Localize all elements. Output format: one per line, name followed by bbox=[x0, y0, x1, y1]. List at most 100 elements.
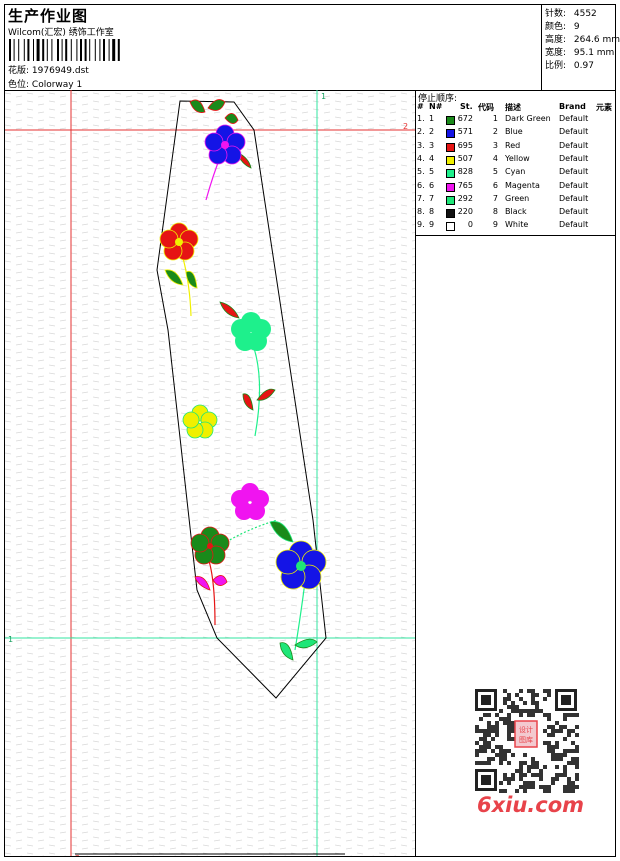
stop-sequence-row[interactable]: 3. 3 695 3 Red Default bbox=[415, 141, 615, 154]
stop-sequence-row[interactable]: 1. 1 672 1 Dark Green Default bbox=[415, 114, 615, 127]
column-header: Brand bbox=[559, 102, 586, 111]
watermark-brand[interactable]: 6xiu.com bbox=[477, 793, 584, 817]
color-description: Green bbox=[505, 193, 530, 203]
color-description: Red bbox=[505, 140, 521, 150]
needle-number: 1 bbox=[429, 114, 435, 123]
stat-stitches: 针数: 4552 bbox=[545, 6, 597, 19]
guide-label-top: 1 bbox=[321, 92, 326, 101]
color-code: 8 bbox=[492, 207, 498, 217]
row-index: 9. bbox=[417, 220, 425, 230]
row-index: 5. bbox=[417, 167, 425, 177]
thread-brand: Default bbox=[559, 180, 589, 190]
stats-box: 针数: 4552 颜色: 9 高度: 264.6 mm 宽度: 95.1 mm … bbox=[541, 5, 620, 90]
colorway-label: 色位: bbox=[8, 80, 30, 90]
design-drawing: 1 2 1 2 bbox=[5, 90, 415, 856]
design-canvas[interactable]: 1 2 1 2 bbox=[5, 90, 416, 856]
color-code: 4 bbox=[492, 153, 498, 163]
thread-brand: Default bbox=[559, 207, 589, 217]
file-name: 1976949.dst bbox=[31, 66, 89, 76]
stitch-count: 292 bbox=[457, 193, 473, 203]
thread-brand: Default bbox=[559, 153, 589, 163]
needle-number: 5 bbox=[429, 167, 435, 177]
color-description: Blue bbox=[505, 127, 523, 137]
stat-height: 高度: 264.6 mm bbox=[545, 32, 620, 45]
guide-label-left: 1 bbox=[8, 635, 13, 644]
sheet-header: 生产作业图 Wilcom(汇宏) 绣饰工作室 花版: 1976949.dst 色… bbox=[5, 5, 620, 91]
guide-label-right: 2 bbox=[403, 122, 408, 131]
color-code: 6 bbox=[492, 180, 498, 190]
colorway-line: 色位: Colorway 1 bbox=[8, 77, 82, 90]
color-swatch bbox=[446, 195, 455, 205]
needle-number: 6 bbox=[429, 180, 435, 190]
stat-value: 264.6 mm bbox=[573, 35, 620, 45]
stitch-count: 507 bbox=[457, 153, 473, 163]
needle-number: 2 bbox=[429, 127, 435, 137]
file-label: 花版: bbox=[8, 66, 30, 76]
color-code: 3 bbox=[492, 140, 498, 150]
color-swatch bbox=[446, 222, 455, 232]
color-swatch bbox=[446, 169, 455, 179]
thread-brand: Default bbox=[559, 220, 589, 230]
stat-value: 95.1 mm bbox=[573, 48, 615, 58]
production-sheet: 生产作业图 Wilcom(汇宏) 绣饰工作室 花版: 1976949.dst 色… bbox=[4, 4, 620, 857]
stat-colors: 颜色: 9 bbox=[545, 19, 580, 32]
colorway-name: Colorway 1 bbox=[31, 80, 83, 90]
color-swatch bbox=[446, 155, 455, 165]
stop-sequence-panel: 停止顺序: # N# St. 代码 描述 Brand 元素 1. 1 672 1 Dar… bbox=[415, 90, 615, 236]
color-description: White bbox=[505, 220, 529, 230]
thread-brand: Default bbox=[559, 127, 589, 137]
barcode bbox=[9, 39, 120, 61]
file-line: 花版: 1976949.dst bbox=[8, 63, 89, 76]
stitch-count: 571 bbox=[457, 127, 473, 137]
stitch-count: 0 bbox=[467, 220, 473, 230]
stitch-count: 828 bbox=[457, 167, 473, 177]
stitch-count: 672 bbox=[457, 114, 473, 123]
stat-label: 高度: bbox=[545, 35, 567, 45]
thread-brand: Default bbox=[559, 167, 589, 177]
stop-sequence-row[interactable]: 7. 7 292 7 Green Default bbox=[415, 194, 615, 207]
color-swatch bbox=[446, 129, 455, 139]
seal-text-bottom: 图库 bbox=[519, 735, 533, 744]
row-index: 1. bbox=[417, 114, 425, 123]
color-code: 9 bbox=[492, 220, 498, 230]
row-index: 8. bbox=[417, 207, 425, 217]
needle-number: 3 bbox=[429, 140, 435, 150]
row-index: 4. bbox=[417, 153, 425, 163]
stop-sequence-row[interactable]: 2. 2 571 2 Blue Default bbox=[415, 127, 615, 140]
stat-scale: 比例: 0.97 bbox=[545, 58, 594, 71]
thread-brand: Default bbox=[559, 114, 589, 123]
color-description: Black bbox=[505, 207, 527, 217]
needle-number: 4 bbox=[429, 153, 435, 163]
column-header: 元素 bbox=[596, 103, 612, 112]
needle-number: 8 bbox=[429, 207, 435, 217]
stat-label: 颜色: bbox=[545, 22, 567, 32]
stop-sequence-row[interactable]: 5. 5 828 5 Cyan Default bbox=[415, 167, 615, 180]
stitch-count: 695 bbox=[457, 140, 473, 150]
stat-label: 针数: bbox=[545, 9, 567, 19]
color-code: 1 bbox=[492, 114, 498, 123]
stop-sequence-header: # N# St. 代码 描述 Brand 元素 bbox=[415, 102, 615, 114]
guide-label-bottom: 2 bbox=[75, 854, 80, 856]
stop-sequence-row[interactable]: 6. 6 765 6 Magenta Default bbox=[415, 181, 615, 194]
row-index: 6. bbox=[417, 180, 425, 190]
column-header: N# bbox=[429, 102, 443, 111]
color-description: Cyan bbox=[505, 167, 526, 177]
stat-value: 0.97 bbox=[573, 61, 594, 71]
thread-brand: Default bbox=[559, 193, 589, 203]
color-description: Dark Green bbox=[505, 114, 551, 123]
row-index: 3. bbox=[417, 140, 425, 150]
page-title: 生产作业图 bbox=[8, 7, 89, 25]
stat-value: 4552 bbox=[573, 9, 597, 19]
stat-label: 宽度: bbox=[545, 48, 567, 58]
stat-width: 宽度: 95.1 mm bbox=[545, 45, 614, 58]
color-code: 2 bbox=[492, 127, 498, 137]
row-index: 2. bbox=[417, 127, 425, 137]
color-code: 5 bbox=[492, 167, 498, 177]
color-description: Magenta bbox=[505, 180, 540, 190]
stop-sequence-row[interactable]: 4. 4 507 4 Yellow Default bbox=[415, 154, 615, 167]
color-code: 7 bbox=[492, 193, 498, 203]
stat-label: 比例: bbox=[545, 61, 567, 71]
stop-sequence-row[interactable]: 8. 8 220 8 Black Default bbox=[415, 207, 615, 220]
stop-sequence-row[interactable]: 9. 9 0 9 White Default bbox=[415, 220, 615, 233]
color-swatch bbox=[446, 209, 455, 219]
